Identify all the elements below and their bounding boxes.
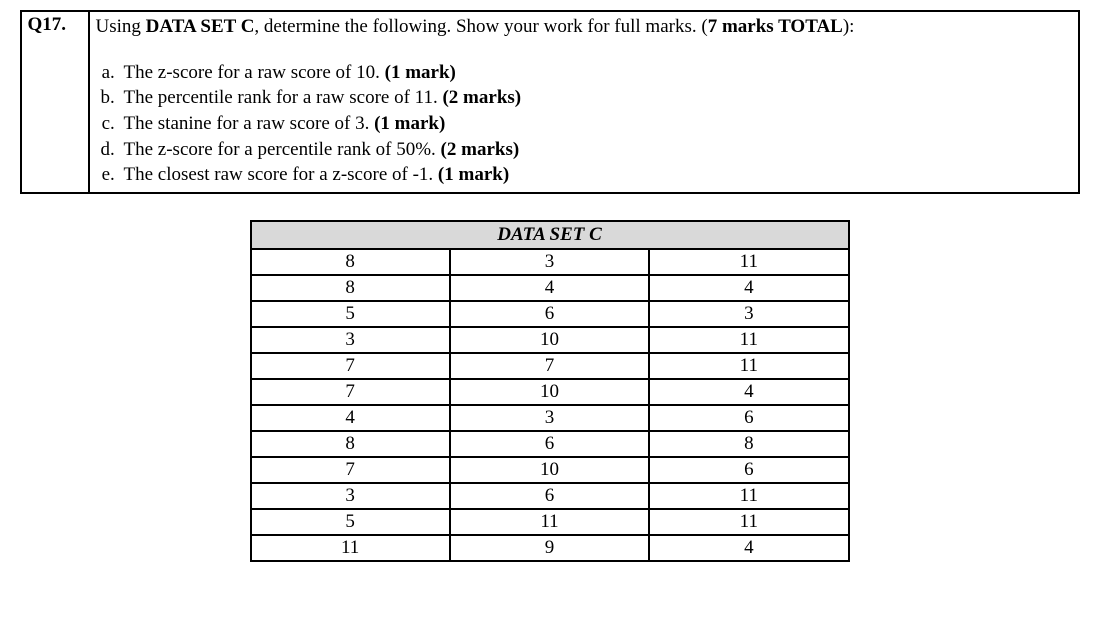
question-prompt: Using DATA SET C, determine the followin… — [96, 14, 1072, 40]
table-cell: 5 — [251, 301, 450, 327]
question-number: Q17. — [21, 11, 89, 193]
question-box: Q17. Using DATA SET C, determine the fol… — [20, 10, 1080, 194]
table-cell: 7 — [450, 353, 649, 379]
part-marks: (1 mark) — [385, 62, 456, 83]
table-cell: 6 — [450, 431, 649, 457]
table-cell: 8 — [251, 275, 450, 301]
table-cell: 4 — [649, 275, 848, 301]
part-marks: (1 mark) — [374, 113, 445, 134]
table-row: 8311 — [251, 249, 849, 275]
table-cell: 9 — [450, 535, 649, 561]
part-text: The z-score for a percentile rank of 50%… — [124, 139, 441, 160]
part-d: The z-score for a percentile rank of 50%… — [120, 137, 1072, 163]
prompt-mid: , determine the following. Show your wor… — [254, 16, 707, 37]
table-cell: 6 — [649, 405, 848, 431]
table-cell: 7 — [251, 353, 450, 379]
table-cell: 6 — [649, 457, 848, 483]
table-cell: 3 — [251, 483, 450, 509]
prompt-marks: 7 marks TOTAL — [708, 16, 843, 37]
question-parts-list: The z-score for a raw score of 10. (1 ma… — [98, 60, 1072, 188]
table-cell: 11 — [450, 509, 649, 535]
dataset-body: 8311844563310117711710443686871063611511… — [251, 249, 849, 561]
prompt-pre: Using — [96, 16, 146, 37]
table-cell: 4 — [251, 405, 450, 431]
part-text: The z-score for a raw score of 10. — [124, 62, 385, 83]
table-cell: 10 — [450, 379, 649, 405]
table-cell: 3 — [450, 249, 649, 275]
table-cell: 11 — [649, 353, 848, 379]
part-marks: (1 mark) — [438, 164, 509, 185]
part-a: The z-score for a raw score of 10. (1 ma… — [120, 60, 1072, 86]
table-row: 563 — [251, 301, 849, 327]
part-c: The stanine for a raw score of 3. (1 mar… — [120, 111, 1072, 137]
table-row: 7106 — [251, 457, 849, 483]
table-cell: 11 — [649, 483, 848, 509]
table-row: 844 — [251, 275, 849, 301]
part-e: The closest raw score for a z-score of -… — [120, 162, 1072, 188]
table-cell: 10 — [450, 327, 649, 353]
table-row: 436 — [251, 405, 849, 431]
part-b: The percentile rank for a raw score of 1… — [120, 85, 1072, 111]
table-cell: 11 — [649, 249, 848, 275]
part-text: The stanine for a raw score of 3. — [124, 113, 375, 134]
table-cell: 10 — [450, 457, 649, 483]
table-cell: 7 — [251, 457, 450, 483]
table-cell: 4 — [450, 275, 649, 301]
table-cell: 7 — [251, 379, 450, 405]
table-row: 7711 — [251, 353, 849, 379]
table-cell: 5 — [251, 509, 450, 535]
dataset-container: DATA SET C 83118445633101177117104436868… — [250, 220, 850, 562]
table-row: 31011 — [251, 327, 849, 353]
part-marks: (2 marks) — [441, 139, 520, 160]
table-cell: 3 — [450, 405, 649, 431]
part-text: The closest raw score for a z-score of -… — [124, 164, 438, 185]
dataset-table: DATA SET C 83118445633101177117104436868… — [250, 220, 850, 562]
table-cell: 8 — [649, 431, 848, 457]
table-cell: 8 — [251, 249, 450, 275]
dataset-title: DATA SET C — [251, 221, 849, 249]
table-cell: 11 — [649, 509, 848, 535]
table-cell: 8 — [251, 431, 450, 457]
table-row: 7104 — [251, 379, 849, 405]
table-cell: 11 — [649, 327, 848, 353]
question-body: Using DATA SET C, determine the followin… — [89, 11, 1079, 193]
table-cell: 11 — [251, 535, 450, 561]
prompt-post: ): — [843, 16, 855, 37]
table-cell: 4 — [649, 535, 848, 561]
table-cell: 4 — [649, 379, 848, 405]
table-row: 868 — [251, 431, 849, 457]
table-cell: 6 — [450, 483, 649, 509]
table-cell: 3 — [649, 301, 848, 327]
table-row: 1194 — [251, 535, 849, 561]
part-text: The percentile rank for a raw score of 1… — [124, 87, 443, 108]
table-row: 51111 — [251, 509, 849, 535]
part-marks: (2 marks) — [442, 87, 521, 108]
table-cell: 3 — [251, 327, 450, 353]
table-cell: 6 — [450, 301, 649, 327]
table-row: 3611 — [251, 483, 849, 509]
prompt-dataset: DATA SET C — [146, 16, 255, 37]
